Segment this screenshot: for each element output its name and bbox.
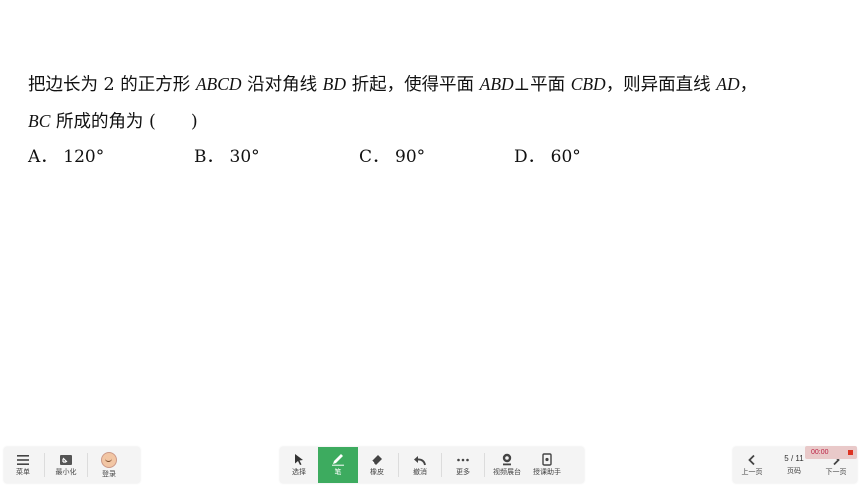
q2-seg: BC xyxy=(28,111,51,131)
q1-seg: BD xyxy=(322,74,346,94)
option-a[interactable]: A． 120° xyxy=(28,142,104,167)
page-number: 5 / 11 xyxy=(784,454,804,463)
divider xyxy=(398,453,399,477)
timer-text: 00:00 xyxy=(811,449,829,456)
minimize-label: 最小化 xyxy=(55,468,77,476)
select-tool[interactable]: 选择 xyxy=(280,447,318,483)
login-button[interactable]: 登录 xyxy=(90,447,128,483)
option-letter: C xyxy=(359,147,373,167)
option-value: 120° xyxy=(63,147,105,167)
q1-seg: 把边长为 2 的正方形 xyxy=(28,75,196,95)
camera-button[interactable]: 视频展台 xyxy=(487,447,527,483)
more-label: 更多 xyxy=(456,468,470,476)
option-separator: ． xyxy=(527,147,545,167)
eraser-label: 橡皮 xyxy=(370,469,384,476)
option-value: 30° xyxy=(229,147,260,167)
divider xyxy=(484,453,485,477)
minimize-button[interactable]: 最小化 xyxy=(47,447,85,483)
divider xyxy=(44,453,45,477)
menu-button[interactable]: 菜单 xyxy=(4,447,42,483)
assistant-label: 授课助手 xyxy=(533,469,561,476)
q1-seg: ABD xyxy=(479,74,514,94)
option-value: 90° xyxy=(395,147,426,167)
option-d[interactable]: D． 60° xyxy=(514,142,581,167)
q1-seg: 折起，使得平面 xyxy=(346,75,480,95)
q2-seg: 所成的角为 ( ) xyxy=(50,112,198,132)
option-separator: ． xyxy=(206,147,224,167)
record-stop-icon xyxy=(848,450,853,455)
center-toolbar: 选择 笔 橡皮 撤消 更多 视频展台 授课助手 xyxy=(280,447,584,483)
login-label: 登录 xyxy=(102,470,116,478)
q1-seg: ， xyxy=(739,75,758,95)
q1-seg: ，则异面直线 xyxy=(605,75,717,95)
recording-timer[interactable]: 00:00 xyxy=(805,446,857,459)
cursor-icon xyxy=(295,454,303,465)
divider xyxy=(441,453,442,477)
option-separator: ． xyxy=(40,147,58,167)
option-value: 60° xyxy=(550,147,581,167)
more-icon xyxy=(457,458,469,461)
option-letter: A xyxy=(28,147,41,167)
option-separator: ． xyxy=(372,147,390,167)
q1-seg: ⊥平面 xyxy=(513,75,571,95)
q1-seg: AD xyxy=(716,74,740,94)
divider xyxy=(87,453,88,477)
pen-icon xyxy=(332,454,344,466)
camera-label: 视频展台 xyxy=(493,469,521,476)
more-button[interactable]: 更多 xyxy=(444,447,482,483)
undo-icon xyxy=(414,455,426,465)
prev-page-label: 上一页 xyxy=(741,468,763,476)
left-toolbar: 菜单 最小化 登录 xyxy=(4,447,140,483)
option-b[interactable]: B． 30° xyxy=(194,142,260,167)
option-letter: D xyxy=(514,147,528,167)
undo-button[interactable]: 撤消 xyxy=(401,447,439,483)
menu-label: 菜单 xyxy=(16,468,30,476)
chevron-left-icon xyxy=(748,454,755,465)
question-text: 把边长为 2 的正方形 ABCD 沿对角线 BD 折起，使得平面 ABD⊥平面 … xyxy=(28,66,840,140)
phone-icon xyxy=(542,453,552,466)
avatar-icon xyxy=(101,451,117,468)
option-c[interactable]: C． 90° xyxy=(359,142,425,167)
page-label: 页码 xyxy=(787,468,801,475)
pen-label: 笔 xyxy=(334,469,342,476)
q1-seg: ABCD xyxy=(195,74,242,94)
select-label: 选择 xyxy=(292,469,306,476)
pen-tool[interactable]: 笔 xyxy=(318,447,358,483)
question-line-2: BC 所成的角为 ( ) xyxy=(28,103,840,140)
assistant-button[interactable]: 授课助手 xyxy=(527,447,567,483)
eraser-tool[interactable]: 橡皮 xyxy=(358,447,396,483)
eraser-icon xyxy=(371,455,382,465)
minimize-icon xyxy=(60,454,72,465)
camera-icon xyxy=(502,453,512,466)
option-letter: B xyxy=(194,147,207,167)
answer-options: A． 120° B． 30° C． 90° D． 60° xyxy=(28,142,788,172)
q1-seg: 沿对角线 xyxy=(241,75,323,95)
q1-seg: CBD xyxy=(570,74,606,94)
menu-icon xyxy=(17,454,29,465)
undo-label: 撤消 xyxy=(413,468,427,476)
prev-page-button[interactable]: 上一页 xyxy=(733,447,771,483)
question-line-1: 把边长为 2 的正方形 ABCD 沿对角线 BD 折起，使得平面 ABD⊥平面 … xyxy=(28,66,840,103)
next-page-label: 下一页 xyxy=(825,468,847,476)
